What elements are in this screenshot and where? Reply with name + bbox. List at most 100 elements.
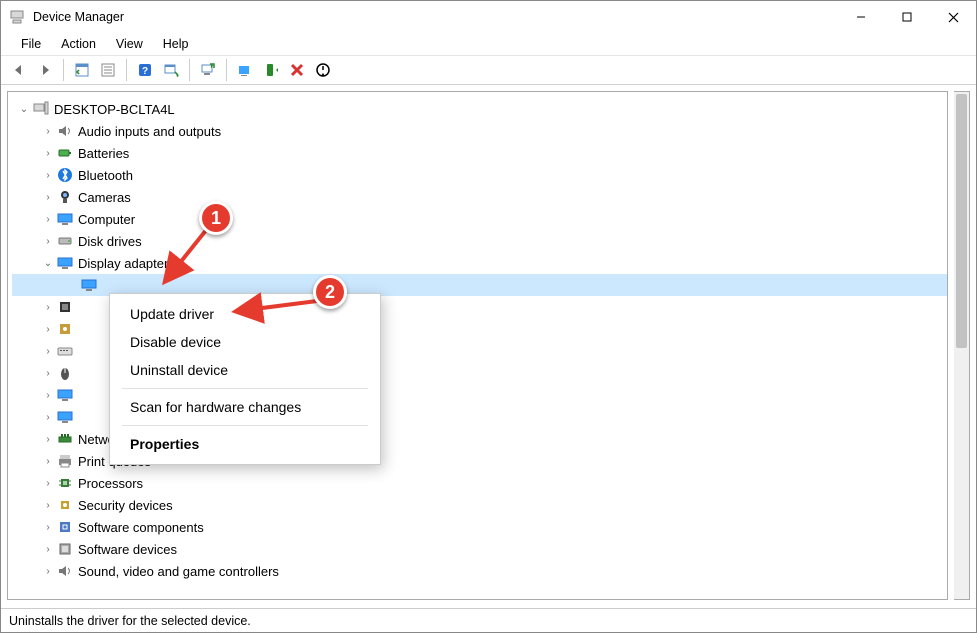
menu-help[interactable]: Help	[153, 35, 199, 53]
expand-icon[interactable]: ›	[40, 566, 56, 577]
camera-icon	[56, 189, 74, 205]
toolbar-separator	[126, 59, 127, 81]
title-bar: Device Manager	[1, 1, 976, 33]
expand-icon[interactable]: ›	[40, 346, 56, 357]
expand-icon[interactable]: ›	[40, 412, 56, 423]
tree-root-label: DESKTOP-BCLTA4L	[54, 102, 175, 117]
tree-item-batteries[interactable]: › Batteries	[12, 142, 947, 164]
expand-icon[interactable]: ›	[40, 170, 56, 181]
expand-icon[interactable]: ›	[40, 434, 56, 445]
expand-icon[interactable]: ›	[40, 126, 56, 137]
tree-item-label: Audio inputs and outputs	[78, 124, 221, 139]
menu-file[interactable]: File	[11, 35, 51, 53]
tree-item-label: Batteries	[78, 146, 129, 161]
tree-item-bluetooth[interactable]: ›Bluetooth	[12, 164, 947, 186]
forward-button[interactable]	[33, 58, 57, 82]
tree-item-label: Sound, video and game controllers	[78, 564, 279, 579]
status-bar: Uninstalls the driver for the selected d…	[1, 608, 976, 632]
menu-view[interactable]: View	[106, 35, 153, 53]
menu-action[interactable]: Action	[51, 35, 106, 53]
update-driver-button[interactable]	[196, 58, 220, 82]
toolbar-separator	[63, 59, 64, 81]
vertical-scrollbar[interactable]	[954, 91, 970, 600]
enable-device-button[interactable]	[233, 58, 257, 82]
show-hide-tree-button[interactable]	[70, 58, 94, 82]
tree-item-computer[interactable]: › Computer	[12, 208, 947, 230]
tree-item-software-devices[interactable]: ›Software devices	[12, 538, 947, 560]
add-legacy-button[interactable]	[259, 58, 283, 82]
expand-icon[interactable]: ›	[40, 368, 56, 379]
expand-icon[interactable]: ›	[40, 192, 56, 203]
printer-icon	[56, 453, 74, 469]
expand-icon[interactable]: ›	[40, 236, 56, 247]
expand-icon[interactable]: ›	[40, 456, 56, 467]
bluetooth-icon	[56, 167, 74, 183]
svg-text:?: ?	[142, 66, 148, 77]
tree-item-disk-drives[interactable]: › Disk drives	[12, 230, 947, 252]
component-icon	[56, 519, 74, 535]
menu-bar: File Action View Help	[1, 33, 976, 55]
expand-icon[interactable]: ›	[40, 324, 56, 335]
toolbar-separator	[226, 59, 227, 81]
tree-item-processors[interactable]: ›Processors	[12, 472, 947, 494]
firmware-icon	[56, 299, 74, 315]
uninstall-button[interactable]	[285, 58, 309, 82]
ctx-scan-hardware[interactable]: Scan for hardware changes	[110, 393, 380, 421]
computer-icon	[32, 101, 50, 117]
scan-hardware-button[interactable]	[159, 58, 183, 82]
disable-button[interactable]	[311, 58, 335, 82]
monitor-icon	[56, 409, 74, 425]
keyboard-icon	[56, 343, 74, 359]
ctx-update-driver[interactable]: Update driver	[110, 300, 380, 328]
close-button[interactable]	[930, 2, 976, 32]
minimize-button[interactable]	[838, 2, 884, 32]
tree-root[interactable]: ⌄ DESKTOP-BCLTA4L	[12, 98, 947, 120]
tree-item-label: Display adapters	[78, 256, 175, 271]
collapse-icon[interactable]: ⌄	[40, 258, 56, 269]
expand-icon[interactable]: ›	[40, 500, 56, 511]
expand-icon[interactable]: ›	[40, 544, 56, 555]
ctx-separator	[122, 388, 368, 389]
status-text: Uninstalls the driver for the selected d…	[9, 614, 251, 628]
context-menu: Update driver Disable device Uninstall d…	[109, 293, 381, 465]
expand-icon[interactable]: ›	[40, 214, 56, 225]
monitor-icon	[56, 211, 74, 227]
tree-item-label: Cameras	[78, 190, 131, 205]
speaker-icon	[56, 123, 74, 139]
tree-item-label: Software components	[78, 520, 204, 535]
ctx-uninstall-device[interactable]: Uninstall device	[110, 356, 380, 384]
scrollbar-thumb[interactable]	[956, 94, 967, 348]
speaker-icon	[56, 563, 74, 579]
tree-item-security[interactable]: › Security devices	[12, 494, 947, 516]
tree-item-label: Security devices	[78, 498, 173, 513]
ctx-disable-device[interactable]: Disable device	[110, 328, 380, 356]
monitor-icon	[56, 387, 74, 403]
tree-item-label: Disk drives	[78, 234, 142, 249]
expand-icon[interactable]: ›	[40, 302, 56, 313]
software-device-icon	[56, 541, 74, 557]
network-icon	[56, 431, 74, 447]
tree-item-audio[interactable]: › Audio inputs and outputs	[12, 120, 947, 142]
cpu-icon	[56, 475, 74, 491]
ctx-properties[interactable]: Properties	[110, 430, 380, 458]
collapse-icon[interactable]: ⌄	[16, 104, 32, 115]
hid-icon	[56, 321, 74, 337]
expand-icon[interactable]: ›	[40, 522, 56, 533]
expand-icon[interactable]: ›	[40, 390, 56, 401]
disk-icon	[56, 233, 74, 249]
tree-item-sound-controllers[interactable]: › Sound, video and game controllers	[12, 560, 947, 582]
expand-icon[interactable]: ›	[40, 478, 56, 489]
tree-item-label: Computer	[78, 212, 135, 227]
back-button[interactable]	[7, 58, 31, 82]
app-icon	[9, 9, 25, 25]
tree-item-display-adapters[interactable]: ⌄ Display adapters	[12, 252, 947, 274]
maximize-button[interactable]	[884, 2, 930, 32]
toolbar-separator	[189, 59, 190, 81]
tree-item-software-components[interactable]: › Software components	[12, 516, 947, 538]
help-button[interactable]: ?	[133, 58, 157, 82]
tree-item-cameras[interactable]: › Cameras	[12, 186, 947, 208]
battery-icon	[56, 145, 74, 161]
security-icon	[56, 497, 74, 513]
expand-icon[interactable]: ›	[40, 148, 56, 159]
properties-button[interactable]	[96, 58, 120, 82]
